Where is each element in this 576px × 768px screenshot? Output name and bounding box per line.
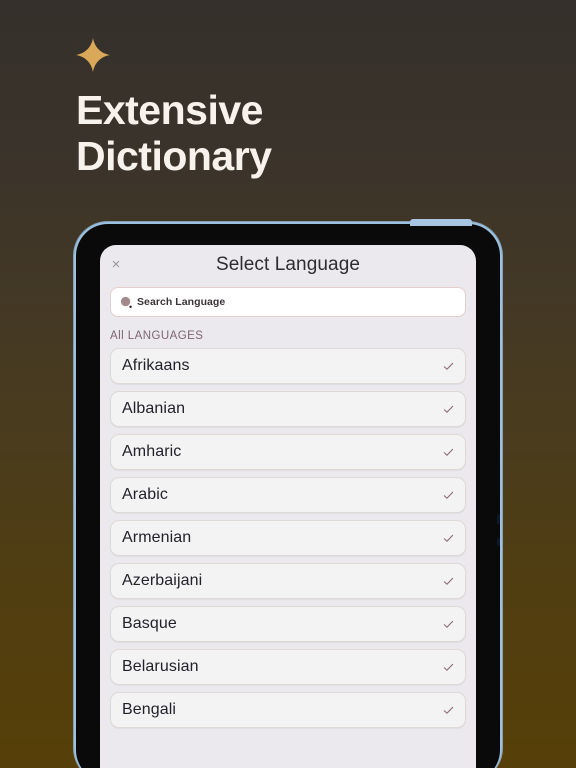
list-item[interactable]: Basque <box>110 606 466 642</box>
device-side-button-upper[interactable] <box>497 514 500 524</box>
list-item[interactable]: Belarusian <box>110 649 466 685</box>
check-icon <box>443 663 454 671</box>
language-name: Amharic <box>122 443 182 460</box>
list-item[interactable]: Amharic <box>110 434 466 470</box>
check-icon <box>443 534 454 542</box>
language-name: Basque <box>122 615 177 632</box>
sparkle-icon <box>76 38 110 72</box>
list-item[interactable]: Armenian <box>110 520 466 556</box>
hero-section: Extensive Dictionary <box>76 38 496 180</box>
language-list[interactable]: Afrikaans Albanian Amharic Arabic Armeni… <box>100 348 476 728</box>
close-icon[interactable]: × <box>108 257 124 273</box>
list-item[interactable]: Azerbaijani <box>110 563 466 599</box>
check-icon <box>443 362 454 370</box>
language-name: Bengali <box>122 701 177 718</box>
check-icon <box>443 577 454 585</box>
section-label: All LANGUAGES <box>110 330 204 342</box>
language-name: Afrikaans <box>122 357 190 374</box>
device-screen: × Select Language Search Language All LA… <box>100 245 476 768</box>
language-name: Azerbaijani <box>122 572 203 589</box>
list-item[interactable]: Bengali <box>110 692 466 728</box>
page-title: Extensive Dictionary <box>76 87 272 179</box>
device-mockup: × Select Language Search Language All LA… <box>74 219 502 768</box>
check-icon <box>443 706 454 714</box>
list-item[interactable]: Arabic <box>110 477 466 513</box>
list-item[interactable]: Afrikaans <box>110 348 466 384</box>
device-side-button-lower[interactable] <box>497 538 500 546</box>
language-name: Arabic <box>122 486 168 503</box>
sheet-header: × Select Language <box>100 245 476 285</box>
list-item[interactable]: Albanian <box>110 391 466 427</box>
check-icon <box>443 491 454 499</box>
language-name: Albanian <box>122 400 186 417</box>
check-icon <box>443 405 454 413</box>
language-name: Armenian <box>122 529 192 546</box>
search-input[interactable]: Search Language <box>137 296 225 308</box>
antenna-bump <box>410 219 472 226</box>
search-icon <box>120 296 132 308</box>
search-field[interactable]: Search Language <box>110 287 466 317</box>
language-name: Belarusian <box>122 658 199 675</box>
check-icon <box>443 448 454 456</box>
sheet-title: Select Language <box>215 254 361 275</box>
check-icon <box>443 620 454 628</box>
